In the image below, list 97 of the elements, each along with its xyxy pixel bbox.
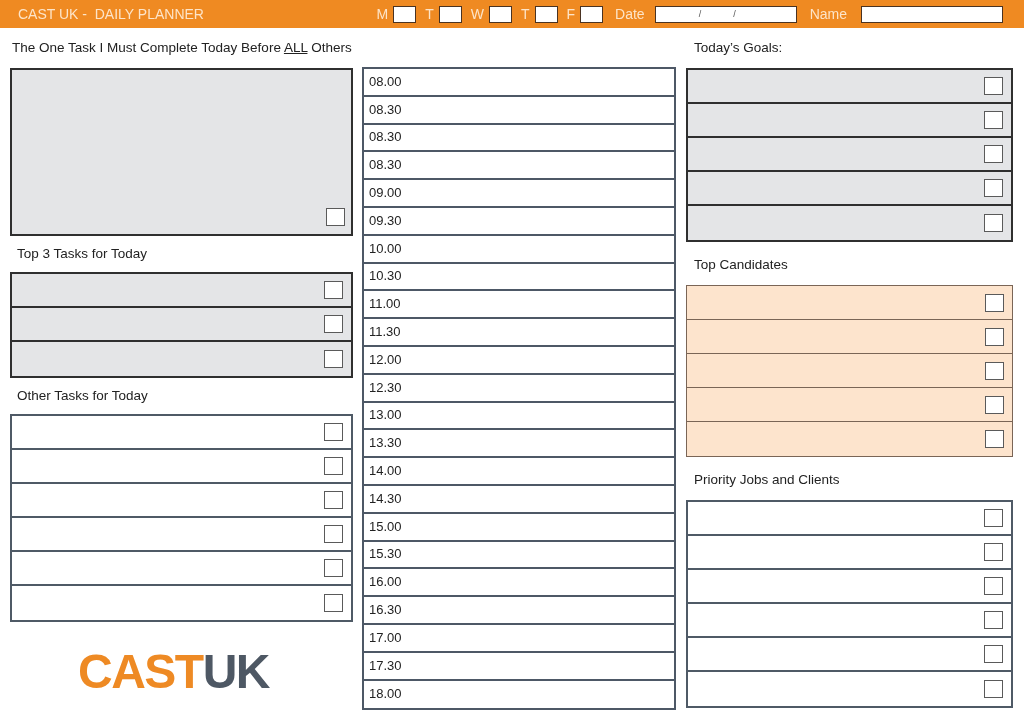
day-box[interactable] — [438, 5, 462, 23]
time-slot[interactable]: 12.00 — [364, 346, 674, 375]
section-title: Priority Jobs and Clients — [694, 471, 840, 489]
time-label: 09.00 — [369, 185, 402, 202]
checkbox[interactable] — [985, 395, 1004, 414]
checkbox[interactable] — [324, 525, 343, 543]
date-field[interactable]: / / — [654, 5, 797, 23]
day-box[interactable] — [580, 5, 604, 23]
name-label: Name — [809, 5, 847, 23]
time-label: 10.00 — [369, 240, 402, 257]
time-label: 08.30 — [369, 157, 402, 174]
time-label: 15.00 — [369, 518, 402, 535]
checkbox[interactable] — [324, 281, 343, 299]
time-label: 10.30 — [369, 268, 402, 285]
day-box[interactable] — [488, 5, 512, 23]
section-title: Top 3 Tasks for Today — [17, 245, 148, 263]
day-label: T — [425, 5, 434, 23]
checkbox[interactable] — [984, 77, 1003, 95]
time-slot[interactable]: 15.00 — [364, 513, 674, 542]
time-slot[interactable]: 16.30 — [364, 597, 674, 625]
time-slot[interactable]: 11.30 — [364, 319, 674, 347]
day-label: M — [376, 5, 389, 23]
time-slot[interactable]: 08.30 — [364, 124, 674, 153]
time-label: 08.00 — [369, 73, 402, 90]
checkbox[interactable] — [326, 208, 345, 226]
time-slot[interactable]: 13.00 — [364, 402, 674, 431]
checkbox[interactable] — [984, 611, 1003, 629]
time-slot[interactable]: 08.30 — [364, 152, 674, 181]
time-label: 18.00 — [369, 686, 402, 703]
time-label: 09.30 — [369, 212, 402, 229]
time-label: 08.30 — [369, 129, 402, 146]
time-slot[interactable]: 09.30 — [364, 208, 674, 236]
time-slot[interactable]: 11.00 — [364, 291, 674, 320]
time-label: 08.30 — [369, 101, 402, 118]
checkbox[interactable] — [984, 577, 1003, 595]
date-separator: / — [698, 9, 702, 19]
time-slot[interactable]: 09.00 — [364, 180, 674, 208]
day-label: W — [470, 5, 484, 23]
checkbox[interactable] — [985, 361, 1004, 380]
checkbox[interactable] — [324, 315, 343, 333]
checkbox[interactable] — [985, 430, 1004, 448]
day-box[interactable] — [534, 5, 558, 23]
checkbox[interactable] — [324, 491, 343, 509]
time-slot[interactable]: 10.30 — [364, 263, 674, 292]
section-title: Other Tasks for Today — [17, 387, 148, 405]
time-slot[interactable]: 13.30 — [364, 430, 674, 459]
checkbox[interactable] — [984, 214, 1003, 232]
day-label: F — [566, 5, 576, 23]
checkbox[interactable] — [984, 111, 1003, 129]
time-label: 15.30 — [369, 546, 402, 563]
checkbox[interactable] — [984, 680, 1003, 698]
time-label: 13.30 — [369, 435, 402, 452]
checkbox[interactable] — [985, 327, 1004, 346]
time-label: 17.30 — [369, 657, 402, 674]
checkbox[interactable] — [984, 145, 1003, 163]
section-title: Today’s Goals: — [694, 39, 783, 57]
time-label: 17.00 — [369, 629, 402, 646]
time-slot[interactable]: 17.30 — [364, 652, 674, 681]
time-slot[interactable]: 12.30 — [364, 374, 674, 403]
name-field[interactable] — [861, 5, 1003, 23]
time-label: 11.30 — [369, 324, 401, 341]
time-slot[interactable]: 08.00 — [364, 69, 674, 97]
time-label: 14.00 — [369, 463, 402, 480]
time-slot[interactable]: 16.00 — [364, 569, 674, 598]
time-slot[interactable]: 14.00 — [364, 458, 674, 486]
day-label: T — [520, 5, 530, 23]
day-box[interactable] — [393, 5, 417, 23]
checkbox[interactable] — [324, 350, 343, 368]
time-slot[interactable]: 18.00 — [364, 680, 674, 709]
logo: CASTUK — [78, 648, 269, 696]
planner-title: CAST UK - DAILY PLANNER — [18, 5, 204, 23]
checkbox[interactable] — [984, 645, 1003, 663]
time-label: 14.30 — [369, 490, 402, 507]
section-title: The One Task I Must Complete Today Before ALL Others — [12, 39, 352, 57]
time-label: 12.30 — [369, 379, 402, 396]
time-label: 11.00 — [369, 296, 401, 313]
checkbox[interactable] — [324, 423, 343, 441]
time-label: 12.00 — [369, 351, 402, 368]
section-title: Top Candidates — [694, 256, 788, 274]
checkbox[interactable] — [324, 594, 343, 612]
checkbox[interactable] — [984, 179, 1003, 197]
time-slot[interactable]: 15.30 — [364, 541, 674, 570]
checkbox[interactable] — [984, 509, 1003, 527]
time-slot[interactable]: 14.30 — [364, 485, 674, 514]
time-slot[interactable]: 17.00 — [364, 624, 674, 653]
time-slot[interactable]: 10.00 — [364, 235, 674, 264]
checkbox[interactable] — [324, 457, 343, 475]
date-label: Date — [615, 5, 645, 23]
checkbox[interactable] — [324, 559, 343, 577]
checkbox[interactable] — [984, 543, 1003, 561]
time-label: 13.00 — [369, 407, 402, 424]
time-slot[interactable]: 08.30 — [364, 96, 674, 125]
task-note-field[interactable] — [10, 68, 353, 236]
date-separator: / — [733, 9, 736, 19]
checkbox[interactable] — [985, 293, 1004, 312]
time-label: 16.00 — [369, 574, 402, 591]
time-label: 16.30 — [369, 602, 402, 619]
